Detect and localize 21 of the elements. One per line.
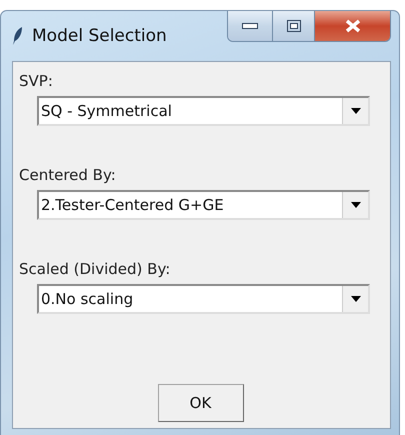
- caret-icon: [350, 108, 360, 114]
- dropdown-value: 2.Tester-Centered G+GE: [40, 196, 225, 214]
- close-button[interactable]: [314, 11, 390, 41]
- window-title: Model Selection: [32, 26, 168, 46]
- dropdown[interactable]: 2.Tester-Centered G+GE: [37, 190, 370, 220]
- maximize-icon: [286, 20, 300, 32]
- field-label: Scaled (Divided) By:: [19, 260, 172, 278]
- dropdown-value: 0.No scaling: [40, 290, 134, 308]
- dropdown[interactable]: 0.No scaling: [37, 284, 370, 314]
- caret-icon: [350, 296, 360, 302]
- close-icon: [344, 19, 362, 33]
- caret-icon: [350, 202, 360, 208]
- field-label: SVP:: [19, 72, 54, 90]
- dropdown-value: SQ - Symmetrical: [40, 102, 173, 120]
- feather-icon: [12, 26, 24, 46]
- minimize-button[interactable]: [228, 11, 272, 41]
- dropdown[interactable]: SQ - Symmetrical: [37, 96, 370, 126]
- maximize-button[interactable]: [272, 11, 314, 41]
- ok-button[interactable]: OK: [158, 384, 244, 422]
- field-label: Centered By:: [19, 166, 117, 184]
- minimize-icon: [242, 23, 258, 29]
